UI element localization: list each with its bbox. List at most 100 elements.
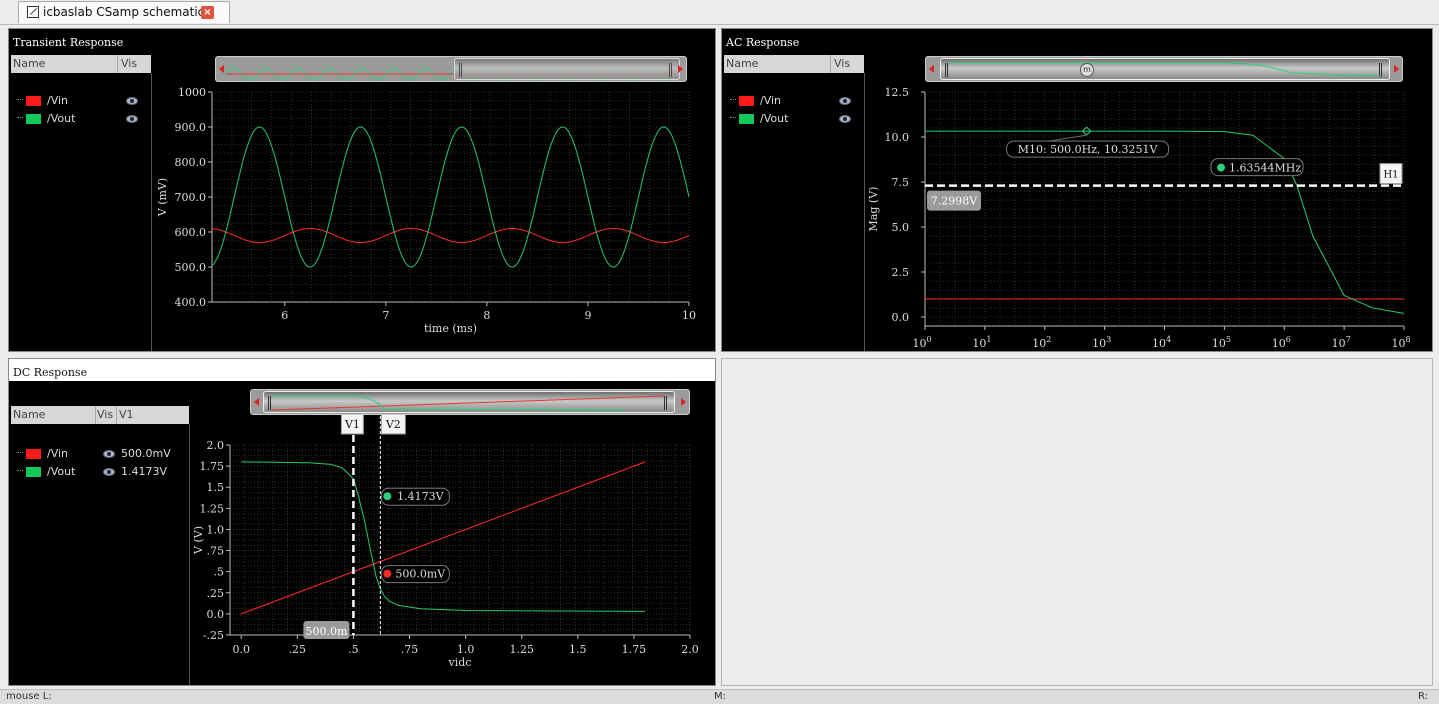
x-tick-label: .25: [289, 643, 307, 656]
y-tick-label: 1.25: [200, 502, 225, 515]
vis-column-header[interactable]: Vis: [834, 57, 850, 70]
vout-point-dot: [383, 492, 392, 501]
y-tick-label: 2.5: [892, 266, 910, 279]
scroll-right-icon[interactable]: [681, 398, 686, 406]
v1-marker-name: V1: [344, 418, 360, 431]
vin-color-swatch: [26, 449, 41, 459]
vin-point-label: 500.0mV: [395, 568, 446, 581]
legend-item-vout[interactable]: /Vout 1.4173V: [17, 465, 187, 479]
status-bar: mouse L: M: R:: [0, 689, 1439, 704]
scroll-left-icon[interactable]: [929, 65, 934, 73]
y-tick-label: 0.0: [892, 311, 910, 324]
panel-title: Transient Response: [13, 36, 124, 49]
legend-v1-value: 1.4173V: [121, 465, 168, 478]
y-tick-label: 1.75: [200, 460, 225, 473]
vout-color-swatch: [26, 467, 41, 477]
vis-column-header[interactable]: Vis: [121, 57, 137, 70]
x-axis-label: freq (Hz): [1139, 350, 1189, 351]
empty-panel-area: [721, 358, 1433, 686]
y-tick-label: 1.0: [207, 523, 225, 536]
close-icon[interactable]: ×: [201, 6, 214, 19]
ac-panel: AC Response Name Vis /Vin /Vout m 0.0 2.…: [721, 28, 1433, 352]
legend-area: /Vin /Vout: [11, 73, 152, 351]
x-axis-label: vidc: [448, 656, 472, 669]
legend-name: /Vout: [47, 112, 76, 125]
dc-chart[interactable]: -.25 0.0 .25 .5 .75 1.0 1.25 1.5 1.75 2.0 0.0 .25 .5…: [190, 415, 716, 685]
name-column-header[interactable]: Name: [13, 408, 45, 421]
legend-item-vout[interactable]: /Vout: [730, 112, 860, 126]
y-tick-label: 1000: [178, 86, 206, 99]
y-tick-label: .25: [207, 587, 225, 600]
eye-icon[interactable]: [839, 115, 851, 123]
x-tick-label: 101: [972, 335, 991, 350]
x-tick-label: 7: [382, 309, 389, 322]
scroll-thumb[interactable]: [454, 58, 680, 80]
legend-item-vout[interactable]: /Vout: [17, 112, 147, 126]
y-axis-label: V (V): [192, 526, 205, 555]
status-middle: M:: [714, 691, 726, 702]
transient-chart[interactable]: 400.0 500.0 600.0 700.0 800.0 900.0 1000 6 7 8 9 10…: [152, 81, 712, 351]
y-tick-label: 12.5: [885, 86, 910, 99]
x-tick-label: 2.0: [681, 643, 699, 656]
tab-bar: icbaslab CSamp schematic ×: [0, 0, 1439, 25]
x-tick-label: 106: [1272, 335, 1291, 350]
y-tick-label: 10.0: [885, 131, 910, 144]
x-scrollbar[interactable]: m: [925, 56, 1403, 82]
x-scrollbar[interactable]: [250, 389, 690, 415]
scroll-thumb[interactable]: [263, 391, 675, 413]
legend-v1-value: 500.0mV: [121, 447, 171, 460]
legend-item-vin[interactable]: /Vin: [17, 94, 147, 108]
status-left: mouse L:: [6, 691, 52, 702]
scroll-right-icon[interactable]: [1394, 65, 1399, 73]
y-tick-label: 5.0: [892, 221, 910, 234]
y-tick-label: 700.0: [175, 191, 207, 204]
legend-header: Name Vis: [11, 55, 151, 73]
v-marker-value: 500.0m: [305, 625, 347, 638]
eye-icon[interactable]: [103, 468, 115, 476]
y-axis-label: V (mV): [156, 178, 169, 217]
y-tick-label: 1.5: [207, 481, 225, 494]
y-tick-label: 0.0: [207, 608, 225, 621]
crossing-point-label: 1.63544MHz: [1229, 162, 1301, 175]
eye-icon[interactable]: [103, 450, 115, 458]
legend-name: /Vin: [47, 94, 69, 107]
legend-item-vin[interactable]: /Vin: [730, 94, 860, 108]
scroll-thumb[interactable]: m: [940, 58, 1390, 80]
legend-area: /Vin /Vout: [724, 73, 865, 351]
eye-icon[interactable]: [839, 97, 851, 105]
legend-item-vin[interactable]: /Vin 500.0mV: [17, 447, 187, 461]
x-scrollbar[interactable]: [215, 56, 687, 82]
y-tick-label: 900.0: [175, 121, 207, 134]
x-tick-label: .5: [348, 643, 359, 656]
h-marker-value: 7.2998V: [931, 195, 978, 208]
name-column-header[interactable]: Name: [13, 57, 45, 70]
eye-icon[interactable]: [126, 97, 138, 105]
x-tick-label: 8: [483, 309, 490, 322]
vout-point-label: 1.4173V: [397, 490, 444, 503]
name-column-header[interactable]: Name: [726, 57, 758, 70]
y-tick-label: .5: [214, 566, 225, 579]
x-tick-label: 107: [1332, 335, 1351, 350]
vis-column-header[interactable]: Vis: [97, 408, 113, 421]
x-tick-label: 6: [281, 309, 288, 322]
legend-header: Name Vis: [724, 55, 864, 73]
legend-header: Name Vis V1: [11, 406, 189, 424]
x-tick-label: .75: [401, 643, 419, 656]
marker-handle-icon[interactable]: m: [1080, 63, 1094, 77]
ac-chart[interactable]: 0.0 2.5 5.0 7.5 10.0 12.5 100 101 102 103 104 105 10…: [865, 81, 1433, 351]
x-tick-label: 100: [912, 335, 931, 350]
transient-panel: Transient Response Name Vis /Vin /Vout 4…: [8, 28, 716, 352]
tab-schematic[interactable]: icbaslab CSamp schematic ×: [18, 1, 230, 23]
v1-column-header[interactable]: V1: [119, 408, 134, 421]
eye-icon[interactable]: [126, 115, 138, 123]
legend-area: /Vin 500.0mV /Vout 1.4173V: [11, 424, 190, 685]
x-tick-label: 1.75: [622, 643, 647, 656]
scroll-left-icon[interactable]: [254, 398, 259, 406]
h-marker-name: H1: [1383, 170, 1398, 181]
y-tick-label: .75: [207, 545, 225, 558]
scroll-right-icon[interactable]: [678, 65, 683, 73]
y-tick-label: 500.0: [175, 261, 207, 274]
legend-name: /Vout: [760, 112, 789, 125]
x-tick-label: 0.0: [232, 643, 250, 656]
x-tick-label: 9: [584, 309, 591, 322]
